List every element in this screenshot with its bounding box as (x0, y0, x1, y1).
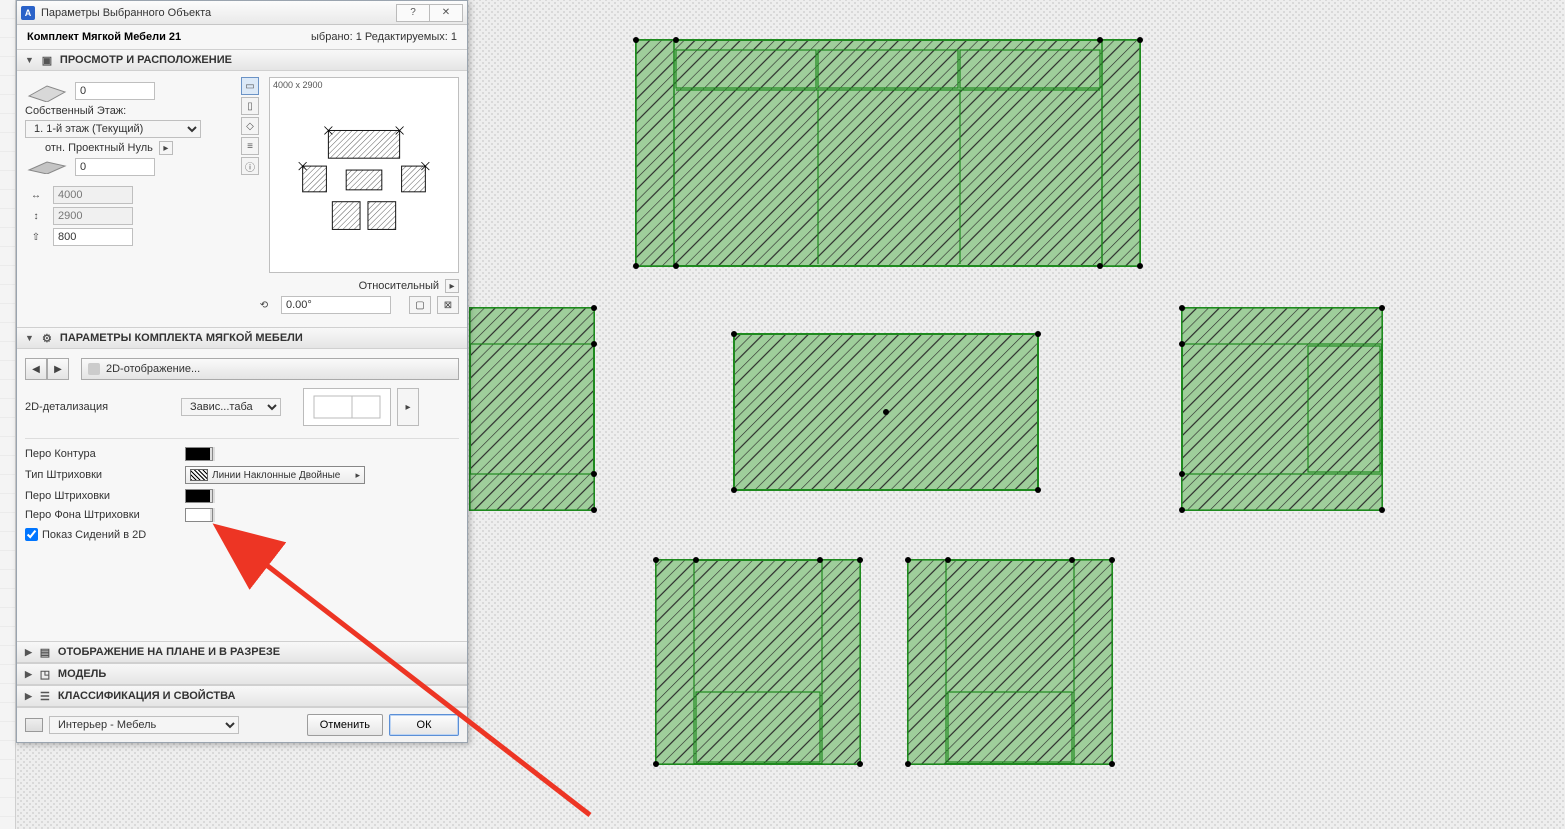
hatch-type-label: Тип Штриховки (25, 469, 185, 481)
preview-size-label: 4000 x 2900 (273, 80, 323, 90)
page-next-button[interactable]: ▶ (47, 358, 69, 380)
layer-icon[interactable] (25, 718, 43, 732)
cancel-button[interactable]: Отменить (307, 714, 383, 736)
z-top-icon (25, 80, 69, 102)
link-icon (88, 363, 100, 375)
contour-pen-swatch[interactable] (185, 447, 213, 461)
dim-z-input[interactable] (53, 228, 133, 246)
bg-pen-label: Перо Фона Штриховки (25, 509, 185, 521)
section-model-header[interactable]: ▶ ◳ МОДЕЛЬ (17, 663, 467, 685)
hatch-type-value: Линии Наклонные Двойные (212, 470, 340, 481)
detail-thumb (303, 388, 391, 426)
chevron-right-icon: ▶ (25, 647, 32, 658)
section-class-header[interactable]: ▶ ☰ КЛАССИФИКАЦИЯ И СВОЙСТВА (17, 685, 467, 707)
angle-input[interactable] (281, 296, 391, 314)
detail-label: 2D-детализация (25, 401, 175, 413)
close-button[interactable]: ✕ (429, 4, 463, 22)
relative-arrow-icon[interactable]: ▸ (445, 279, 459, 293)
relative-label: Относительный (359, 280, 439, 292)
page-prev-button[interactable]: ◀ (25, 358, 47, 380)
show-seats-checkbox[interactable]: Показ Сидений в 2D (25, 528, 459, 541)
section-preview-title: ПРОСМОТР И РАСПОЛОЖЕНИЕ (60, 54, 232, 66)
layer-select[interactable]: Интерьер - Мебель (49, 716, 239, 734)
detail-next-icon[interactable]: ▸ (397, 388, 419, 426)
app-left-edge (0, 0, 16, 829)
preview-mode-front[interactable]: ▯ (241, 97, 259, 115)
hatch-pen-swatch[interactable] (185, 489, 213, 503)
preview-mode-info[interactable]: ⓘ (241, 157, 259, 175)
mirror-y-icon[interactable]: ⊠ (437, 296, 459, 314)
detail-select[interactable]: Завис...таба (181, 398, 281, 416)
preview-box[interactable]: 4000 x 2900 (269, 77, 459, 273)
app-icon: A (21, 6, 35, 20)
ok-button[interactable]: ОК (389, 714, 459, 736)
floorplan-icon: ▤ (38, 645, 52, 659)
chevron-down-icon: ▼ (25, 55, 34, 65)
section-floorplan-title: ОТОБРАЖЕНИЕ НА ПЛАНЕ И В РАЗРЕЗЕ (58, 646, 280, 658)
show-seats-label: Показ Сидений в 2D (42, 529, 146, 541)
chevron-down-icon: ▼ (25, 333, 34, 343)
help-button[interactable]: ? (396, 4, 430, 22)
section-floorplan-header[interactable]: ▶ ▤ ОТОБРАЖЕНИЕ НА ПЛАНЕ И В РАЗРЕЗЕ (17, 641, 467, 663)
z-bottom-input[interactable] (75, 158, 155, 176)
section-params-header[interactable]: ▼ ⚙ ПАРАМЕТРЫ КОМПЛЕКТА МЯГКОЙ МЕБЕЛИ (17, 327, 467, 349)
model-icon: ◳ (38, 667, 52, 681)
section-model-title: МОДЕЛЬ (58, 668, 106, 680)
params-page-name: 2D-отображение... (106, 363, 200, 375)
story-select[interactable]: 1. 1-й этаж (Текущий) (25, 120, 201, 138)
dim-x-icon: ↔ (25, 186, 47, 204)
mirror-x-icon[interactable]: ▢ (409, 296, 431, 314)
dim-y-input (53, 207, 133, 225)
dialog-titlebar[interactable]: A Параметры Выбранного Объекта ? ✕ (17, 1, 467, 25)
dialog-footer: Интерьер - Мебель Отменить ОК (17, 707, 467, 742)
preview-icon: ▣ (40, 53, 54, 67)
hatch-pattern-icon (190, 469, 208, 481)
preview-mode-list[interactable]: ≡ (241, 137, 259, 155)
section-class-title: КЛАССИФИКАЦИЯ И СВОЙСТВА (58, 690, 236, 702)
own-story-label: Собственный Этаж: (25, 105, 126, 117)
preview-mode-3d[interactable]: ◇ (241, 117, 259, 135)
hatch-type-select[interactable]: Линии Наклонные Двойные ▸ (185, 466, 365, 484)
contour-pen-label: Перо Контура (25, 448, 185, 460)
show-seats-input[interactable] (25, 528, 38, 541)
chevron-right-icon: ▶ (25, 691, 32, 702)
bg-pen-swatch[interactable] (185, 508, 213, 522)
ref-arrow-icon[interactable]: ▸ (159, 141, 173, 155)
preview-toolbar: ▭ ▯ ◇ ≡ ⓘ (241, 77, 259, 273)
object-name: Комплект Мягкой Мебели 21 (27, 31, 181, 43)
dim-x-input (53, 186, 133, 204)
object-settings-dialog: A Параметры Выбранного Объекта ? ✕ Компл… (16, 0, 468, 743)
dim-z-icon: ⇧ (25, 228, 47, 246)
z-bottom-icon (25, 160, 69, 174)
section-preview-header[interactable]: ▼ ▣ ПРОСМОТР И РАСПОЛОЖЕНИЕ (17, 49, 467, 71)
angle-icon: ⟲ (253, 296, 275, 314)
hatch-pen-label: Перо Штриховки (25, 490, 185, 502)
chevron-right-icon: ▸ (355, 470, 360, 481)
selection-count: ыбрано: 1 Редактируемых: 1 (311, 31, 457, 43)
dialog-title: Параметры Выбранного Объекта (41, 7, 211, 19)
section-params-title: ПАРАМЕТРЫ КОМПЛЕКТА МЯГКОЙ МЕБЕЛИ (60, 332, 303, 344)
class-icon: ☰ (38, 689, 52, 703)
ref-label: отн. Проектный Нуль (45, 142, 153, 154)
params-icon: ⚙ (40, 331, 54, 345)
params-page-link[interactable]: 2D-отображение... (81, 358, 459, 380)
chevron-right-icon: ▶ (25, 669, 32, 680)
dim-y-icon: ↕ (25, 207, 47, 225)
z-top-input[interactable] (75, 82, 155, 100)
preview-mode-2d[interactable]: ▭ (241, 77, 259, 95)
